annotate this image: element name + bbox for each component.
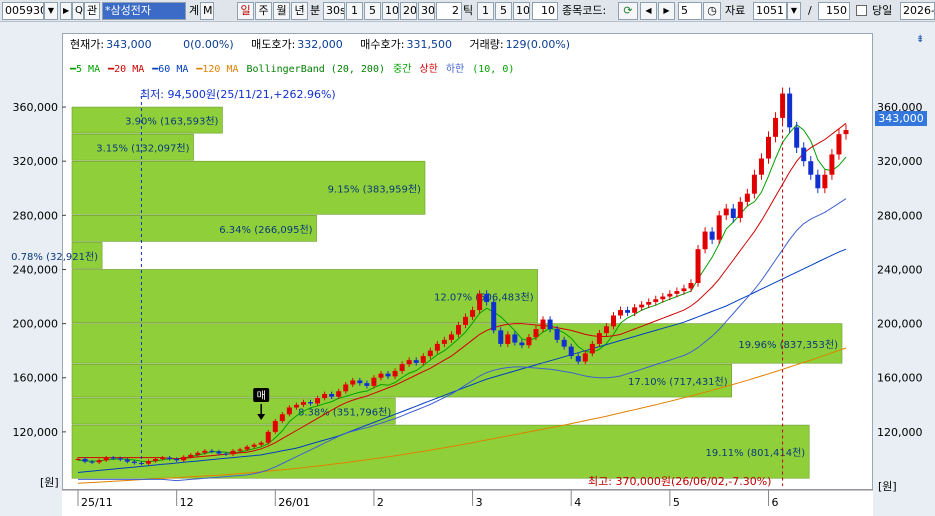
x-tick-label: 2: [377, 496, 384, 509]
tick-count-input[interactable]: 10: [532, 2, 558, 20]
ask-price-label: 매도호가:: [251, 38, 296, 51]
price-info-bar: 현재가: 343,000 0(0.00%) 매도호가: 332,000 매수호가: 3…: [70, 36, 584, 54]
price-change-value: 0(0.00%): [183, 38, 234, 51]
x-tick-label: 25/11: [81, 496, 113, 509]
legend-item[interactable]: ━120 MA: [196, 64, 238, 75]
search-icon[interactable]: Q: [72, 2, 84, 20]
legend-item[interactable]: ━20 MA: [108, 64, 144, 75]
indicator-legend[interactable]: ━5 MA ━20 MA ━60 MA ━120 MA BollingerBand (2…: [70, 63, 522, 77]
legend-item[interactable]: ━60 MA: [152, 64, 188, 75]
today-label: 당일: [872, 4, 893, 17]
stock-suffix-label: 계: [189, 4, 200, 17]
minute-label: 분: [310, 4, 321, 17]
today-checkbox[interactable]: [856, 5, 867, 16]
prev-icon[interactable]: ◀: [640, 2, 657, 20]
next-icon[interactable]: ▶: [658, 2, 675, 20]
left-margin: [0, 22, 62, 516]
minute-5-button[interactable]: 5: [364, 2, 381, 20]
legend-item[interactable]: 하한: [446, 64, 464, 75]
legend-item[interactable]: (10, 0): [472, 64, 514, 75]
legend-item[interactable]: 상한: [419, 64, 437, 75]
expand-icon[interactable]: ⇟: [916, 34, 924, 45]
volume-value: 129(0.00%): [505, 38, 571, 51]
refresh-icon[interactable]: ⟳: [618, 2, 638, 20]
tick-5-button[interactable]: 5: [495, 2, 512, 20]
x-tick-label: 6: [771, 496, 778, 509]
tick-10-button[interactable]: 10: [513, 2, 530, 20]
volume-label: 거래량:: [469, 38, 504, 51]
y-tick-label-right: 280,000: [877, 209, 923, 222]
m-button[interactable]: M: [200, 2, 214, 20]
period-year-tab[interactable]: 년: [291, 2, 308, 20]
x-axis-band: [62, 490, 873, 516]
legend-item[interactable]: 중간: [393, 64, 411, 75]
data-count-dropdown-icon[interactable]: ▼: [787, 2, 801, 20]
x-tick-label: 4: [574, 496, 581, 509]
tick-label: 틱: [463, 4, 474, 17]
x-tick-label: 3: [476, 496, 483, 509]
date-input[interactable]: 2026-: [900, 2, 935, 20]
legend-item[interactable]: BollingerBand (20, 200): [247, 64, 385, 75]
tick-input[interactable]: 2: [436, 2, 462, 20]
chart-panel[interactable]: [62, 33, 873, 490]
x-tick-label: 26/01: [278, 496, 310, 509]
unit-label-left: [원]: [40, 476, 59, 489]
minute-20-button[interactable]: 20: [400, 2, 417, 20]
code-dropdown-button[interactable]: ▼: [44, 2, 58, 20]
count-input[interactable]: 5: [678, 2, 702, 20]
bid-price-label: 매수호가:: [360, 38, 405, 51]
toolbar: 005930 ▼ ▶ Q 관 *삼성전자 계 M 일 주 월 년 분 30s 1…: [0, 0, 935, 22]
current-price-tag: 343,000: [875, 111, 927, 126]
slash-label: /: [808, 4, 812, 17]
total-count-input[interactable]: 150: [818, 2, 850, 20]
clock-icon[interactable]: ◷: [703, 2, 721, 20]
stock-code-input[interactable]: 005930: [2, 2, 44, 20]
stock-name-field[interactable]: *삼성전자: [102, 2, 186, 20]
data-label: 자료: [725, 4, 746, 17]
current-price-value: 343,000: [106, 38, 152, 51]
legend-item[interactable]: ━5 MA: [70, 64, 100, 75]
tick-1-button[interactable]: 1: [477, 2, 494, 20]
unit-label-right: [원]: [878, 480, 897, 493]
y-tick-label-right: 120,000: [877, 426, 923, 439]
period-day-tab[interactable]: 일: [237, 2, 254, 20]
current-price-label: 현재가:: [70, 38, 105, 51]
y-tick-label-right: 160,000: [877, 372, 923, 385]
minute-1-button[interactable]: 1: [346, 2, 363, 20]
bid-price-value: 331,500: [406, 38, 452, 51]
next-arrow-button[interactable]: ▶: [60, 2, 72, 20]
ask-price-value: 332,000: [297, 38, 343, 51]
minute-30s-button[interactable]: 30s: [323, 2, 345, 20]
data-count-select[interactable]: 1051: [753, 2, 787, 20]
interest-button[interactable]: 관: [84, 2, 100, 20]
y-tick-label-right: 200,000: [877, 318, 923, 331]
period-week-tab[interactable]: 주: [255, 2, 272, 20]
y-tick-label-right: 320,000: [877, 155, 923, 168]
x-tick-label: 12: [180, 496, 194, 509]
y-tick-label-right: 240,000: [877, 263, 923, 276]
x-tick-label: 5: [673, 496, 680, 509]
period-month-tab[interactable]: 월: [273, 2, 290, 20]
minute-10-button[interactable]: 10: [382, 2, 399, 20]
minute-30-button[interactable]: 30: [418, 2, 435, 20]
compare-code-label: 종목코드:: [562, 4, 607, 17]
